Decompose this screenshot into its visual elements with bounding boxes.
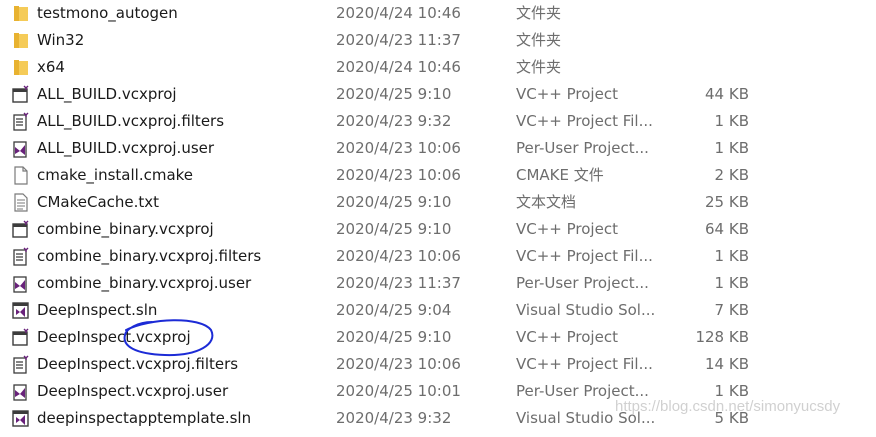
file-date-modified: 2020/4/23 9:32 — [336, 409, 452, 427]
vcxproj-user-icon — [11, 139, 31, 158]
file-type: VC++ Project Fil... — [516, 247, 653, 265]
file-row[interactable]: ALL_BUILD.vcxproj.user 2020/4/23 10:06 Per… — [0, 135, 876, 162]
file-name: cmake_install.cmake — [37, 166, 194, 184]
vcxproj-user-icon — [11, 382, 31, 401]
file-row[interactable]: DeepInspect.sln 2020/4/25 9:04 Visual Stud… — [0, 297, 876, 324]
blank-file-icon — [11, 166, 31, 185]
file-name: combine_binary.vcxproj.filters — [37, 247, 262, 265]
text-file-icon — [11, 193, 31, 212]
file-size: 1 KB — [714, 274, 749, 292]
file-row[interactable]: cmake_install.cmake 2020/4/23 10:06 CMAKE … — [0, 162, 876, 189]
file-type: Visual Studio Sol... — [516, 301, 656, 319]
file-date-modified: 2020/4/23 10:06 — [336, 139, 461, 157]
file-type: VC++ Project — [516, 328, 618, 346]
file-name: combine_binary.vcxproj — [37, 220, 214, 238]
file-name: x64 — [37, 58, 65, 76]
folder-icon — [11, 58, 31, 77]
folder-icon — [11, 4, 31, 23]
file-size: 64 KB — [705, 220, 749, 238]
file-name: DeepInspect.vcxproj.filters — [37, 355, 239, 373]
file-name: Win32 — [37, 31, 85, 49]
file-name: combine_binary.vcxproj.user — [37, 274, 252, 292]
file-date-modified: 2020/4/24 10:46 — [336, 4, 461, 22]
file-date-modified: 2020/4/25 9:10 — [336, 193, 452, 211]
file-name: CMakeCache.txt — [37, 193, 160, 211]
vcxproj-user-icon — [11, 274, 31, 293]
file-row[interactable]: DeepInspect.vcxproj.filters 2020/4/23 10:… — [0, 351, 876, 378]
file-name: DeepInspect.vcxproj.user — [37, 382, 229, 400]
file-size: 128 KB — [695, 328, 749, 346]
file-date-modified: 2020/4/23 10:06 — [336, 166, 461, 184]
file-row[interactable]: combine_binary.vcxproj.user 2020/4/23 11:… — [0, 270, 876, 297]
file-type: Per-User Project... — [516, 274, 649, 292]
file-size: 7 KB — [714, 301, 749, 319]
file-list: testmono_autogen 2020/4/24 10:46 文件夹 Win32… — [0, 0, 876, 432]
file-type: Per-User Project... — [516, 139, 649, 157]
file-row[interactable]: testmono_autogen 2020/4/24 10:46 文件夹 — [0, 0, 876, 27]
file-type: VC++ Project Fil... — [516, 112, 653, 130]
file-type: 文本文档 — [516, 193, 577, 211]
file-type: CMAKE 文件 — [516, 166, 604, 184]
file-row[interactable]: combine_binary.vcxproj.filters 2020/4/23 … — [0, 243, 876, 270]
file-name: DeepInspect.sln — [37, 301, 158, 319]
sln-icon — [11, 409, 31, 428]
file-date-modified: 2020/4/23 10:06 — [336, 247, 461, 265]
file-size: 14 KB — [705, 355, 749, 373]
file-date-modified: 2020/4/23 10:06 — [336, 355, 461, 373]
file-name: deepinspectapptemplate.sln — [37, 409, 252, 427]
file-row[interactable]: ALL_BUILD.vcxproj.filters 2020/4/23 9:32 V… — [0, 108, 876, 135]
file-date-modified: 2020/4/23 11:37 — [336, 274, 461, 292]
file-type: 文件夹 — [516, 31, 562, 49]
file-date-modified: 2020/4/25 9:04 — [336, 301, 452, 319]
file-date-modified: 2020/4/24 10:46 — [336, 58, 461, 76]
vcxproj-filters-icon — [11, 247, 31, 266]
sln-icon — [11, 301, 31, 320]
file-size: 1 KB — [714, 247, 749, 265]
file-size: 25 KB — [705, 193, 749, 211]
vcxproj-filters-icon — [11, 355, 31, 374]
file-size: 2 KB — [714, 166, 749, 184]
file-row[interactable]: CMakeCache.txt 2020/4/25 9:10 文本文档 25 KB — [0, 189, 876, 216]
file-row[interactable]: ALL_BUILD.vcxproj 2020/4/25 9:10 VC++ Proj… — [0, 81, 876, 108]
file-size: 1 KB — [714, 112, 749, 130]
file-size: 1 KB — [714, 139, 749, 157]
file-date-modified: 2020/4/25 10:01 — [336, 382, 461, 400]
folder-icon — [11, 31, 31, 50]
watermark: https://blog.csdn.net/simonyucsdy — [615, 398, 841, 415]
file-type: 文件夹 — [516, 4, 562, 22]
file-date-modified: 2020/4/23 9:32 — [336, 112, 452, 130]
vcxproj-icon — [11, 328, 31, 347]
file-name: ALL_BUILD.vcxproj.user — [37, 139, 215, 157]
file-name: ALL_BUILD.vcxproj — [37, 85, 177, 103]
file-row[interactable]: x64 2020/4/24 10:46 文件夹 — [0, 54, 876, 81]
file-type: 文件夹 — [516, 58, 562, 76]
file-name: DeepInspect.vcxproj — [37, 328, 191, 346]
file-row[interactable]: DeepInspect.vcxproj 2020/4/25 9:10 VC++ Pr… — [0, 324, 876, 351]
file-date-modified: 2020/4/25 9:10 — [336, 328, 452, 346]
file-name: ALL_BUILD.vcxproj.filters — [37, 112, 225, 130]
vcxproj-icon — [11, 220, 31, 239]
file-name: testmono_autogen — [37, 4, 178, 22]
file-row[interactable]: Win32 2020/4/23 11:37 文件夹 — [0, 27, 876, 54]
file-row[interactable]: combine_binary.vcxproj 2020/4/25 9:10 VC++… — [0, 216, 876, 243]
file-size: 44 KB — [705, 85, 749, 103]
file-date-modified: 2020/4/23 11:37 — [336, 31, 461, 49]
vcxproj-icon — [11, 85, 31, 104]
file-type: VC++ Project — [516, 85, 618, 103]
file-type: VC++ Project — [516, 220, 618, 238]
file-type: VC++ Project Fil... — [516, 355, 653, 373]
file-date-modified: 2020/4/25 9:10 — [336, 220, 452, 238]
file-date-modified: 2020/4/25 9:10 — [336, 85, 452, 103]
vcxproj-filters-icon — [11, 112, 31, 131]
